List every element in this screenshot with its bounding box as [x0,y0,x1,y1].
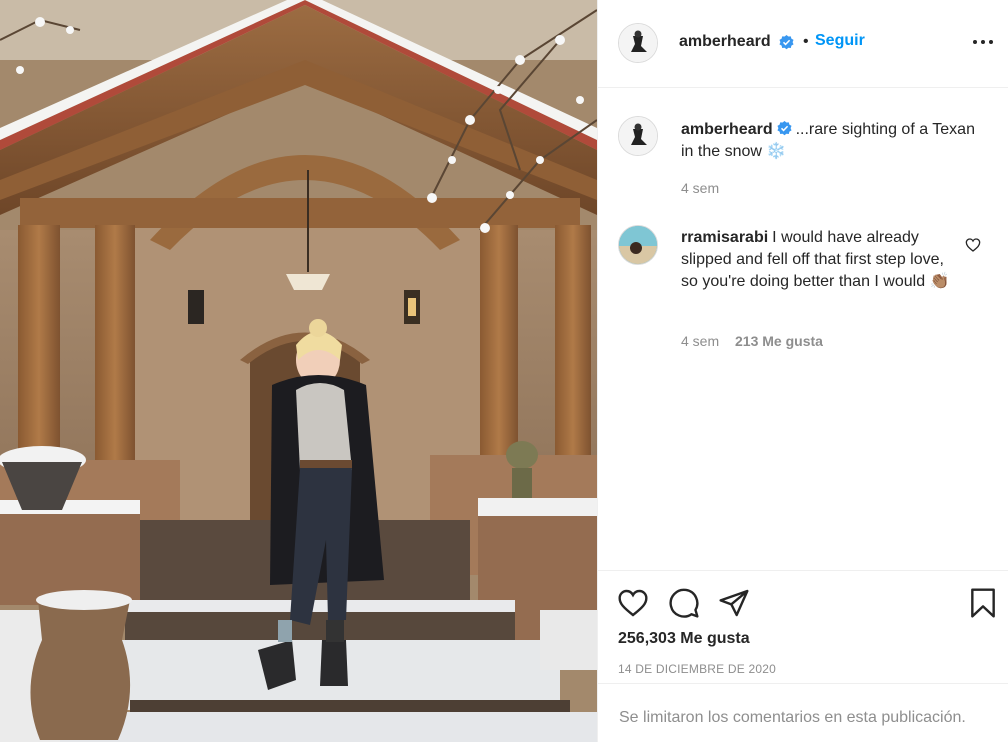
bookmark-icon[interactable] [967,587,999,619]
post-caption: amberheard ...rare sighting of a Texan i… [681,119,981,163]
verified-badge-icon [779,35,794,50]
heart-outline-icon[interactable] [965,237,981,253]
comment-timestamp[interactable]: 4 sem [681,333,719,349]
avatar[interactable] [618,23,658,63]
comment-body: rramisarabi I would have already slipped … [681,227,961,293]
likes-count[interactable]: 256,303 Me gusta [618,630,750,648]
avatar-image-icon [619,24,657,62]
post-header: amberheard • Seguir [598,0,1008,88]
post-photo[interactable] [0,0,597,742]
comment-avatar[interactable] [618,225,658,265]
caption-username[interactable]: amberheard [681,121,773,138]
paper-plane-icon[interactable] [718,587,750,619]
post-date[interactable]: 14 DE DICIEMBRE DE 2020 [618,662,776,676]
post-details-panel: amberheard • Seguir amberheard ...rare s… [597,0,1008,742]
post-photo-woman-in-snow-icon [0,0,597,742]
comment-icon[interactable] [668,587,700,619]
avatar-image-icon [619,226,657,264]
header-username[interactable]: amberheard [679,33,771,51]
caption-timestamp[interactable]: 4 sem [681,180,719,196]
verified-badge-icon [777,121,792,136]
post-actions: 256,303 Me gusta 14 DE DICIEMBRE DE 2020 [598,570,1008,683]
caption-avatar[interactable] [618,116,658,156]
avatar-image-icon [619,117,657,155]
follow-button[interactable]: Seguir [815,32,865,50]
comment-likes[interactable]: 213 Me gusta [735,333,823,349]
comment-username[interactable]: rramisarabi [681,229,768,246]
more-options-icon[interactable] [971,33,995,51]
comments-limited-notice: Se limitaron los comentarios en esta pub… [598,683,1008,742]
heart-icon[interactable] [617,587,649,619]
separator-dot: • [803,33,809,50]
